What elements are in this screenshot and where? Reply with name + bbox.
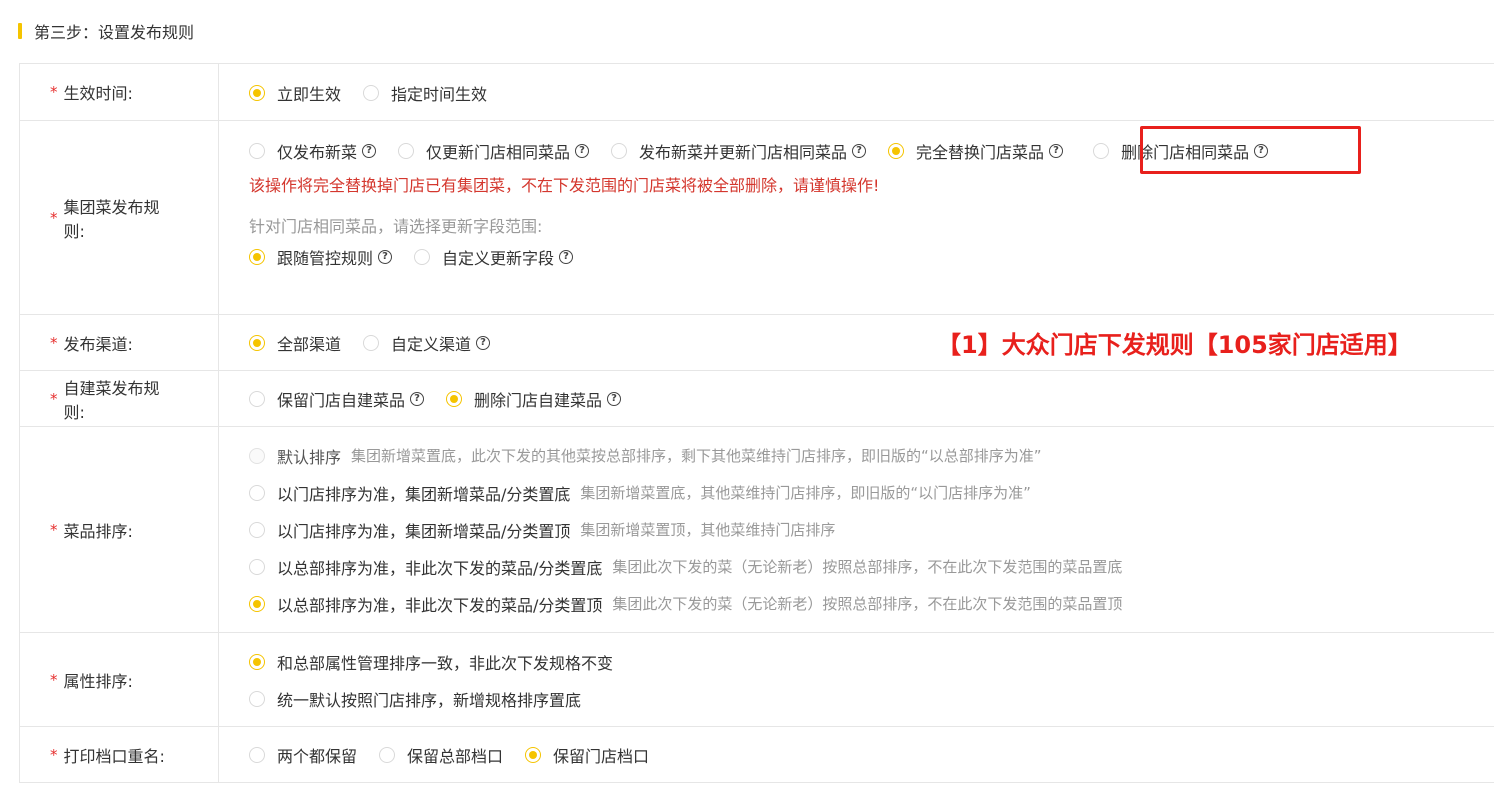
row-effective-time: * 生效时间: 立即生效 指定时间生效 [19,64,1494,121]
radio-circle[interactable] [363,84,380,101]
section-accent-bar [18,23,22,39]
required-mark: * [50,745,58,764]
required-mark: * [50,333,58,352]
help-icon[interactable]: ? [476,336,491,350]
radio-publish-and-update[interactable]: 发布新菜并更新门店相同菜品? [611,139,867,163]
radio-keep-self-dishes[interactable]: 保留门店自建菜品? [249,387,425,411]
radio-immediate[interactable]: 立即生效 [249,81,341,105]
row-attr-sort: * 属性排序: 和总部属性管理排序一致，非此次下发规格不变 统一默认按照门店排序… [19,633,1494,727]
radio-keep-store-station[interactable]: 保留门店档口 [525,743,649,767]
required-mark: * [50,520,58,539]
radio-update-same-only[interactable]: 仅更新门店相同菜品? [398,139,590,163]
row-print-duplicate: * 打印档口重名: 两个都保留 保留总部档口 保留门店档口 [19,727,1494,783]
radio-custom-fields[interactable]: 自定义更新字段? [414,245,574,269]
radio-replace-all[interactable]: 完全替换门店菜品? [888,139,1064,163]
required-mark: * [50,83,58,101]
highlight-box [1140,126,1361,174]
label-attr-sort: 属性排序: [63,671,133,691]
label-channel: 发布渠道: [63,334,133,354]
radio-keep-both[interactable]: 两个都保留 [249,743,357,767]
radio-circle[interactable] [249,84,265,101]
label-dish-sort: 菜品排序: [63,521,133,541]
store-rule-banner: 【1】大众门店下发规则【105家门店适用】 [937,331,1412,359]
radio-store-sort-top[interactable]: 以门店排序为准，集团新增菜品/分类置顶 集团新增菜置顶，其他菜维持门店排序 [249,518,835,542]
field-scope-hint: 针对门店相同菜品，请选择更新字段范围: [249,217,543,236]
radio-keep-hq-station[interactable]: 保留总部档口 [379,743,503,767]
radio-delete-self-dishes[interactable]: 删除门店自建菜品? [446,387,622,411]
radio-attr-store-default[interactable]: 统一默认按照门店排序，新增规格排序置底 [249,687,581,711]
label-effective-time: 生效时间: [63,84,133,103]
row-self-dish-rule: * 自建菜发布规则: 保留门店自建菜品? 删除门店自建菜品? [19,371,1494,427]
help-icon[interactable]: ? [575,143,590,158]
help-icon[interactable]: ? [378,250,393,264]
help-icon[interactable]: ? [410,392,425,406]
section-header: 第三步：设置发布规则 [18,19,194,43]
row-dish-sort: * 菜品排序: 默认排序 集团新增菜置底，此次下发的其他菜按总部排序，剩下其他菜维… [19,427,1494,633]
help-icon[interactable]: ? [1049,143,1064,158]
row-group-dish-rule: * 集团菜发布规则: 仅发布新菜? 仅更新门店相同菜品? 发布新菜并更新门店相同… [19,121,1494,315]
label-self-dish-rule: 自建菜发布规则: [63,378,160,422]
rules-form: * 生效时间: 立即生效 指定时间生效 * 集团菜发布规则: 仅发布新菜? 仅更… [19,63,1494,783]
radio-hq-sort-top[interactable]: 以总部排序为准，非此次下发的菜品/分类置顶 集团此次下发的菜（无论新老）按照总部排… [249,592,1122,616]
required-mark: * [50,670,58,689]
label-print-duplicate: 打印档口重名: [63,746,165,766]
radio-custom-channels[interactable]: 自定义渠道? [363,331,491,355]
radio-all-channels[interactable]: 全部渠道 [249,331,341,355]
radio-hq-sort-bottom[interactable]: 以总部排序为准，非此次下发的菜品/分类置底 集团此次下发的菜（无论新老）按照总部排… [249,555,1122,579]
row-channel: * 发布渠道: 全部渠道 自定义渠道? 【1】大众门店下发规则【105家门店适用… [19,315,1494,371]
help-icon[interactable]: ? [852,143,867,158]
label-group-dish-rule: 集团菜发布规则: [63,197,160,241]
section-title: 第三步：设置发布规则 [34,23,195,42]
radio-store-sort-bottom[interactable]: 以门店排序为准，集团新增菜品/分类置底 集团新增菜置底，其他菜维持门店排序，即旧版… [249,481,1031,505]
radio-default-sort[interactable]: 默认排序 集团新增菜置底，此次下发的其他菜按总部排序，剩下其他菜维持门店排序，即旧… [249,444,1042,468]
help-icon[interactable]: ? [362,143,377,158]
radio-attr-follow-hq[interactable]: 和总部属性管理排序一致，非此次下发规格不变 [249,650,613,674]
radio-scheduled[interactable]: 指定时间生效 [363,81,487,105]
radio-follow-control-rule[interactable]: 跟随管控规则? [249,245,393,269]
required-mark: * [50,208,58,227]
radio-publish-new-only[interactable]: 仅发布新菜? [249,139,377,163]
required-mark: * [50,389,58,408]
help-icon[interactable]: ? [559,250,574,264]
help-icon[interactable]: ? [607,392,622,406]
